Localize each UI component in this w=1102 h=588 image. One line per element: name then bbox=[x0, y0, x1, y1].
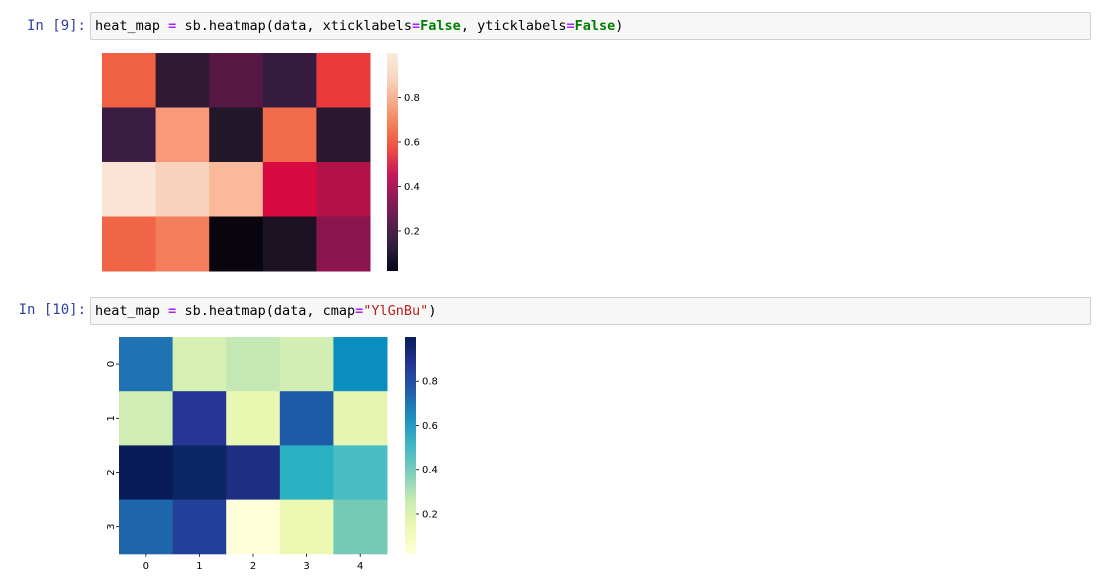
heatmap-cell bbox=[119, 337, 174, 392]
heatmap-cell bbox=[262, 107, 317, 163]
heatmap-cell bbox=[172, 391, 227, 446]
heatmap-cell bbox=[172, 499, 227, 555]
code-close-paren: ) bbox=[615, 18, 624, 34]
code-operator: = bbox=[412, 18, 421, 34]
x-tick-label: 3 bbox=[303, 561, 309, 572]
code-keyword: False bbox=[420, 18, 461, 34]
code-args: data, xticklabels bbox=[273, 18, 413, 34]
code-operator: = bbox=[168, 303, 177, 319]
y-tick-label: 1 bbox=[106, 415, 117, 421]
code-call: sb.heatmap( bbox=[184, 18, 274, 34]
code-var: heat_map bbox=[95, 303, 161, 319]
y-tick-label: 3 bbox=[106, 524, 117, 530]
heatmap-cell bbox=[262, 53, 317, 108]
code-close-paren: ) bbox=[428, 303, 437, 319]
heatmap-cell bbox=[279, 337, 334, 392]
heatmap-cell bbox=[102, 162, 157, 217]
x-tick-label: 4 bbox=[357, 561, 363, 572]
heatmap-cell bbox=[172, 337, 227, 392]
colorbar-tick-label: 0.2 bbox=[404, 226, 420, 237]
heatmap-cell bbox=[226, 391, 281, 446]
colorbar-tick-label: 0.8 bbox=[404, 93, 420, 104]
x-tick-label: 1 bbox=[196, 561, 202, 572]
code-operator: = bbox=[168, 18, 177, 34]
heatmap-cell bbox=[262, 162, 317, 217]
code-input-cell-9[interactable]: heat_map = sb.heatmap(data, xticklabels=… bbox=[90, 12, 1091, 40]
heatmap-cell bbox=[316, 53, 371, 108]
heatmap-output-ylgnbu: 0.2 0.4 0.6 0.8 0 1 2 3 4 0 1 2 3 bbox=[106, 337, 438, 572]
heatmap-cell bbox=[172, 445, 227, 501]
code-operator: = bbox=[566, 18, 575, 34]
code-string: "YlGnBu" bbox=[363, 303, 429, 319]
heatmap-output-rocket: 0.2 0.4 0.6 0.8 bbox=[102, 53, 420, 272]
heatmap-cell bbox=[119, 391, 174, 446]
heatmap-cell bbox=[209, 53, 264, 108]
code-line: heat_map = sb.heatmap(data, xticklabels=… bbox=[95, 18, 623, 34]
x-tick-label: 0 bbox=[143, 561, 149, 572]
heatmap-cell bbox=[155, 53, 210, 108]
heatmap-cell bbox=[155, 162, 210, 217]
heatmap-cell bbox=[316, 216, 371, 272]
colorbar-tick-label: 0.4 bbox=[422, 465, 438, 476]
code-input-cell-10[interactable]: heat_map = sb.heatmap(data, cmap="YlGnBu… bbox=[90, 297, 1091, 325]
colorbar bbox=[405, 337, 416, 554]
y-tick-label: 0 bbox=[106, 361, 117, 367]
code-call: sb.heatmap( bbox=[184, 303, 274, 319]
heatmap-cell bbox=[102, 107, 157, 163]
heatmap-cell bbox=[333, 499, 388, 555]
heatmap-cell bbox=[333, 391, 388, 446]
heatmap-cell bbox=[102, 53, 157, 108]
code-var: heat_map bbox=[95, 18, 161, 34]
heatmap-cell bbox=[262, 216, 317, 272]
code-keyword: False bbox=[574, 18, 616, 34]
code-args: data, cmap bbox=[273, 303, 356, 319]
colorbar-tick-label: 0.6 bbox=[422, 421, 438, 432]
heatmap-cell bbox=[119, 445, 174, 501]
code-line: heat_map = sb.heatmap(data, cmap="YlGnBu… bbox=[95, 303, 436, 319]
colorbar-tick-label: 0.8 bbox=[422, 377, 438, 388]
y-tick-label: 2 bbox=[106, 469, 117, 475]
heatmap-cell bbox=[119, 499, 174, 555]
heatmap-cell bbox=[226, 445, 281, 501]
heatmap-cell bbox=[316, 162, 371, 217]
x-tick-label: 2 bbox=[250, 561, 256, 572]
heatmap-cell bbox=[226, 337, 281, 392]
colorbar bbox=[387, 53, 398, 271]
colorbar-tick-label: 0.2 bbox=[422, 509, 438, 520]
colorbar-tick-label: 0.4 bbox=[404, 182, 420, 193]
heatmap-cell bbox=[102, 216, 157, 272]
heatmap-cell bbox=[209, 216, 264, 272]
heatmap-cell bbox=[226, 499, 281, 555]
heatmap-cell bbox=[209, 162, 264, 217]
heatmap-cell bbox=[279, 499, 334, 555]
heatmap-cell bbox=[155, 216, 210, 272]
heatmap-cell bbox=[333, 337, 388, 392]
cell-prompt-10: In [10]: bbox=[18, 302, 86, 318]
heatmap-cell bbox=[155, 107, 210, 163]
colorbar-tick-label: 0.6 bbox=[404, 137, 420, 148]
cell-prompt-9: In [9]: bbox=[26, 18, 86, 34]
heatmap-cell bbox=[279, 445, 334, 501]
heatmap-cell bbox=[279, 391, 334, 446]
code-args: , yticklabels bbox=[460, 18, 567, 34]
heatmap-cell bbox=[333, 445, 388, 501]
heatmap-cell bbox=[209, 107, 264, 163]
heatmap-cell bbox=[316, 107, 371, 163]
